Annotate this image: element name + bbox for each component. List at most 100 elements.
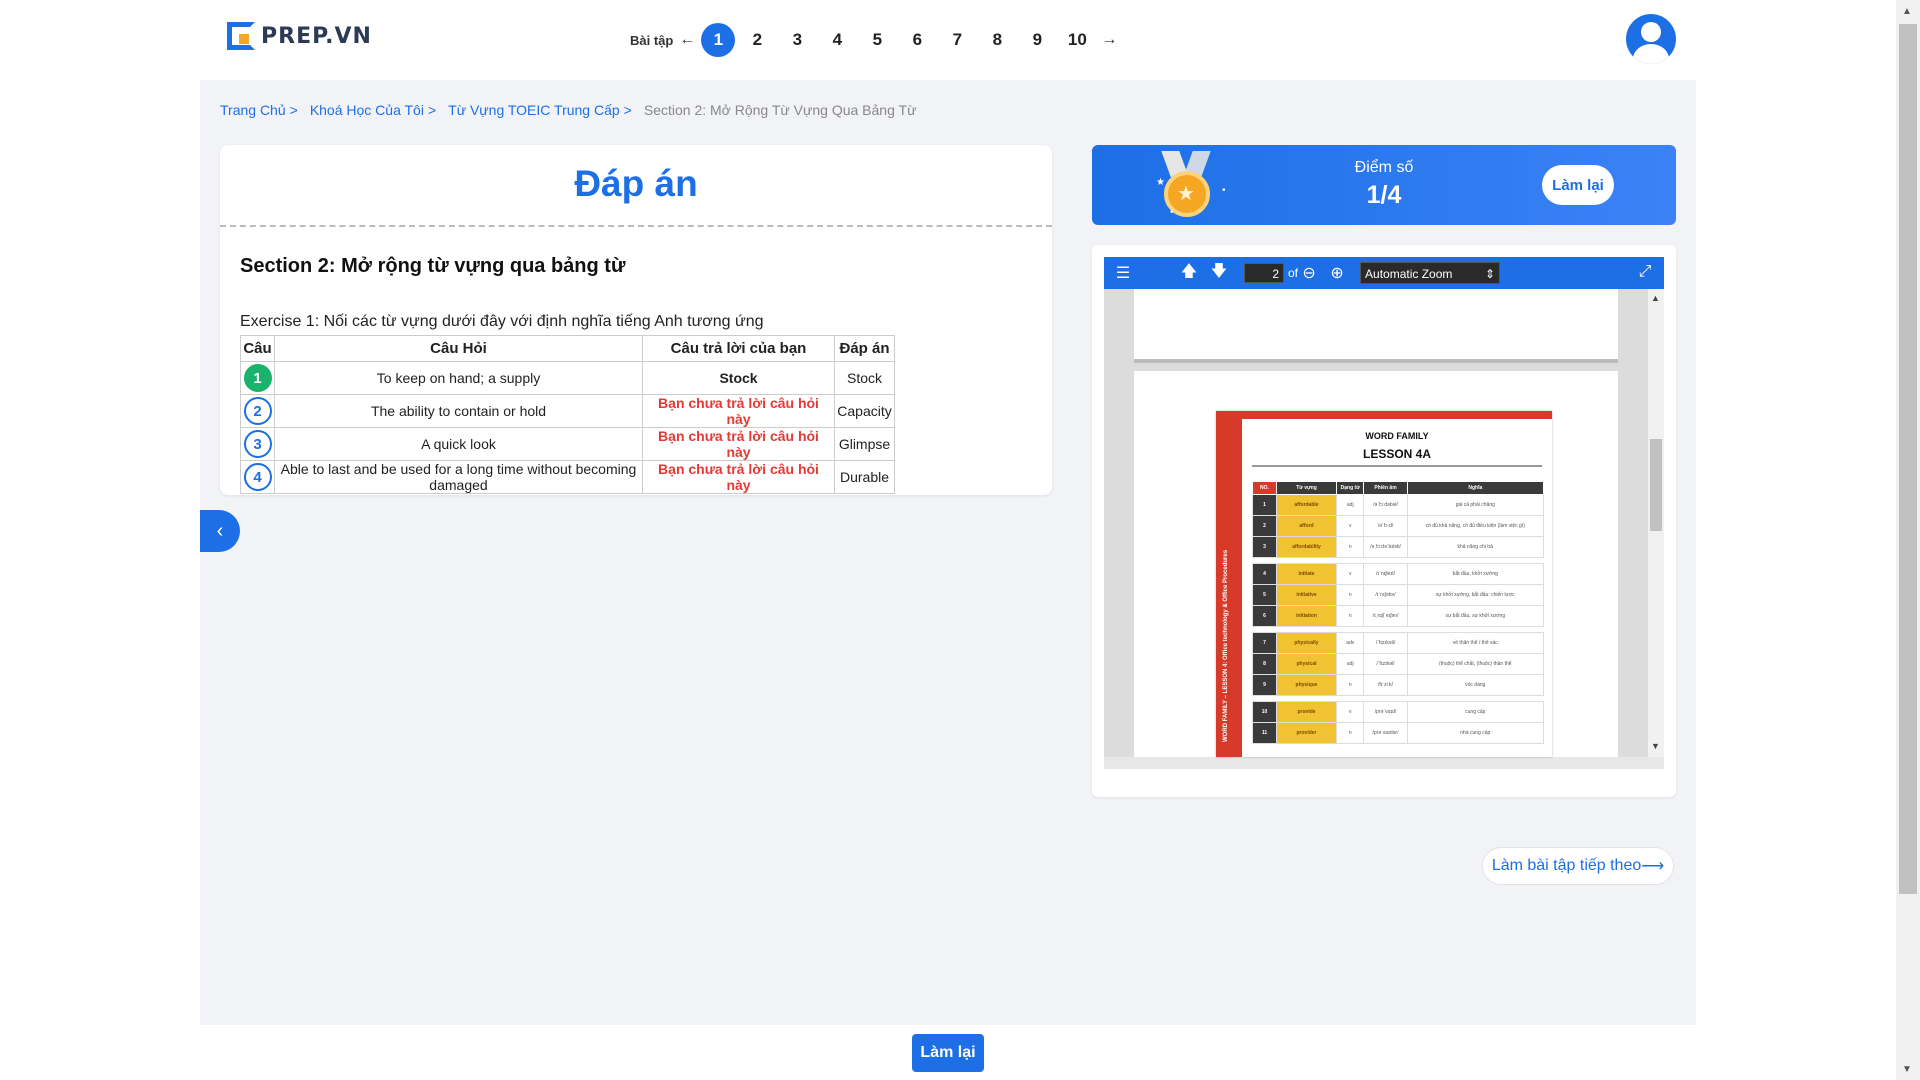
vocab-meaning: (thuộc) thể chất, (thuộc) thân thể xyxy=(1406,653,1545,675)
question-cell: To keep on hand; a supply xyxy=(274,361,643,395)
vocab-pos: n xyxy=(1335,605,1365,627)
row-number-cell: 4 xyxy=(240,460,275,494)
dashed-divider xyxy=(220,225,1052,227)
vocab-word: physically xyxy=(1276,632,1337,654)
correct-answer-cell: Durable xyxy=(834,460,895,494)
breadcrumb-separator: > xyxy=(623,102,632,118)
retry-button[interactable]: Làm lại xyxy=(912,1034,984,1072)
pager-page-9[interactable]: 9 xyxy=(1019,23,1055,57)
doc-side-label: WORD FAMILY – LESSON 4: Office technolog… xyxy=(1223,549,1229,742)
pager-page-5[interactable]: 5 xyxy=(859,23,895,57)
exercise-label: Exercise 1: Nối các từ vựng dưới đây với… xyxy=(240,313,764,330)
col-header-correct-answer: Đáp án xyxy=(834,335,895,362)
vocab-no: 2 xyxy=(1252,515,1277,537)
vocab-pos: n xyxy=(1335,674,1365,696)
prep-logo-icon xyxy=(227,22,255,50)
vocab-meaning: giá cả phải chăng xyxy=(1406,494,1545,516)
answer-row: 4 Able to last and be used for a long tim… xyxy=(240,460,895,494)
vocab-meaning: sự bắt đầu, sự khởi xướng xyxy=(1406,605,1545,627)
vocab-row: 7 physically adv/ˈfɪzɪkəli/về thân thể / t… xyxy=(1252,632,1545,654)
correct-answer-cell: Capacity xyxy=(834,394,895,428)
question-cell: A quick look xyxy=(274,427,643,461)
your-answer-cell: Bạn chưa trả lời câu hỏi này xyxy=(642,460,835,494)
pager-page-4[interactable]: 4 xyxy=(819,23,855,57)
pager-prev-arrow[interactable]: ← xyxy=(679,31,695,49)
vocab-meaning: có đủ khả năng, có đủ điều kiện (làm việ… xyxy=(1406,515,1545,537)
vocab-pos: adj xyxy=(1335,653,1365,675)
answer-row: 1 To keep on hand; a supply Stock Stock xyxy=(240,361,895,395)
pager-page-3[interactable]: 3 xyxy=(779,23,815,57)
zoom-in-icon[interactable]: ⊕ xyxy=(1326,263,1348,283)
fullscreen-icon[interactable]: ⤢ xyxy=(1634,263,1656,281)
doc-col-word: Từ vựng xyxy=(1276,481,1337,495)
select-arrows-icon: ⇕ xyxy=(1484,267,1496,281)
pager-page-2[interactable]: 2 xyxy=(739,23,775,57)
pager-page-10[interactable]: 10 xyxy=(1059,23,1095,57)
top-header: PREP.VN Bài tập ← 1 2 3 4 5 6 7 8 9 10 → xyxy=(0,0,1896,80)
page-scrollbar-thumb[interactable] xyxy=(1899,24,1917,894)
pdf-scrollbar[interactable]: ▲ ▼ xyxy=(1648,289,1664,757)
page-scrollbar[interactable]: ▲ ▼ xyxy=(1896,0,1920,1080)
breadcrumb: Trang Chủ > Khoá Học Của Tôi > Từ Vựng T… xyxy=(220,102,916,118)
col-header-your-answer: Câu trả lời của bạn xyxy=(642,335,835,362)
page-number-input[interactable]: 2 xyxy=(1244,263,1284,283)
lesson-document: WORD FAMILY – LESSON 4: Office technolog… xyxy=(1216,411,1552,757)
pager-page-6[interactable]: 6 xyxy=(899,23,935,57)
scroll-up-icon[interactable]: ▲ xyxy=(1902,6,1912,17)
pdf-scrollbar-thumb[interactable] xyxy=(1650,439,1662,531)
scroll-down-icon[interactable]: ▼ xyxy=(1902,1064,1912,1075)
pager-page-1[interactable]: 1 xyxy=(701,23,736,57)
pager-next-arrow[interactable]: → xyxy=(1101,31,1117,49)
chevron-left-icon: ‹ xyxy=(216,519,224,542)
pager-page-7[interactable]: 7 xyxy=(939,23,975,57)
sidebar-toggle-icon[interactable]: ☰ xyxy=(1112,263,1134,283)
breadcrumb-home[interactable]: Trang Chủ xyxy=(220,102,286,118)
vocab-row: 10 provide v/prəˈvaɪd/cung cấp xyxy=(1252,701,1545,723)
score-retry-button[interactable]: Làm lại xyxy=(1542,165,1614,205)
vocab-ipa: /ˈfɪzɪkəl/ xyxy=(1363,653,1408,675)
page-of-label: of xyxy=(1288,266,1299,280)
zoom-select-value: Automatic Zoom xyxy=(1365,267,1453,281)
question-number-badge[interactable]: 3 xyxy=(243,430,272,458)
vocab-meaning: về thân thể / thể xác xyxy=(1406,632,1545,654)
vocab-word: physical xyxy=(1276,653,1337,675)
zoom-out-icon[interactable]: ⊖ xyxy=(1298,263,1320,283)
back-button[interactable]: ‹ xyxy=(200,510,240,552)
user-avatar[interactable] xyxy=(1626,14,1676,64)
vocab-meaning: cung cấp xyxy=(1406,701,1545,723)
vocab-no: 6 xyxy=(1252,605,1277,627)
pager-page-8[interactable]: 8 xyxy=(979,23,1015,57)
vocab-ipa: /ɪˌnɪʃiˈeɪʃən/ xyxy=(1363,605,1408,627)
question-number-badge[interactable]: 1 xyxy=(243,364,272,392)
question-number-badge[interactable]: 4 xyxy=(243,463,272,491)
doc-col-meaning: Nghĩa xyxy=(1406,481,1545,495)
prep-logo[interactable]: PREP.VN xyxy=(227,22,372,50)
breadcrumb-course[interactable]: Từ Vựng TOEIC Trung Cấp xyxy=(448,102,620,118)
your-answer-cell: Stock xyxy=(642,361,835,395)
prev-page-icon[interactable]: 🡅 xyxy=(1178,260,1200,287)
vocab-row: 3 affordability n/əˌfɔːdəˈbɪləti/khả năng … xyxy=(1252,536,1545,558)
answer-table: Câu Câu Hỏi Câu trả lời của bạn Đáp án 1… xyxy=(240,335,895,494)
row-number-cell: 3 xyxy=(240,427,275,461)
vocab-no: 10 xyxy=(1252,701,1277,723)
arrow-right-icon: ⟶ xyxy=(1641,858,1665,875)
answer-row: 3A quick look Bạn chưa trả lời câu hỏi nà… xyxy=(240,427,895,461)
vocab-ipa: /ɪˈnɪʃieɪt/ xyxy=(1363,563,1408,585)
pdf-page xyxy=(1134,289,1618,363)
vocab-row: 2 afford v/əˈfɔːd/có đủ khả năng, có đủ đi… xyxy=(1252,515,1545,537)
vocab-word: provider xyxy=(1276,722,1337,744)
pdf-scroll-up-icon[interactable]: ▲ xyxy=(1651,293,1660,303)
col-header-num: Câu xyxy=(240,335,275,362)
vocab-word: initiative xyxy=(1276,584,1337,606)
breadcrumb-my-courses[interactable]: Khoá Học Của Tôi xyxy=(310,102,424,118)
question-number-badge[interactable]: 2 xyxy=(243,397,272,425)
pdf-scroll-down-icon[interactable]: ▼ xyxy=(1651,741,1660,751)
row-number-cell: 2 xyxy=(240,394,275,428)
next-exercise-button[interactable]: Làm bài tập tiếp theo ⟶ xyxy=(1482,847,1674,885)
pdf-pages-area[interactable]: WORD FAMILY – LESSON 4: Office technolog… xyxy=(1104,289,1648,757)
vocab-word: affordability xyxy=(1276,536,1337,558)
vocab-ipa: /ˈfɪzɪkəli/ xyxy=(1363,632,1408,654)
next-page-icon[interactable]: 🡇 xyxy=(1208,260,1230,287)
vocab-no: 4 xyxy=(1252,563,1277,585)
zoom-select[interactable]: Automatic Zoom ⇕ xyxy=(1360,262,1501,284)
